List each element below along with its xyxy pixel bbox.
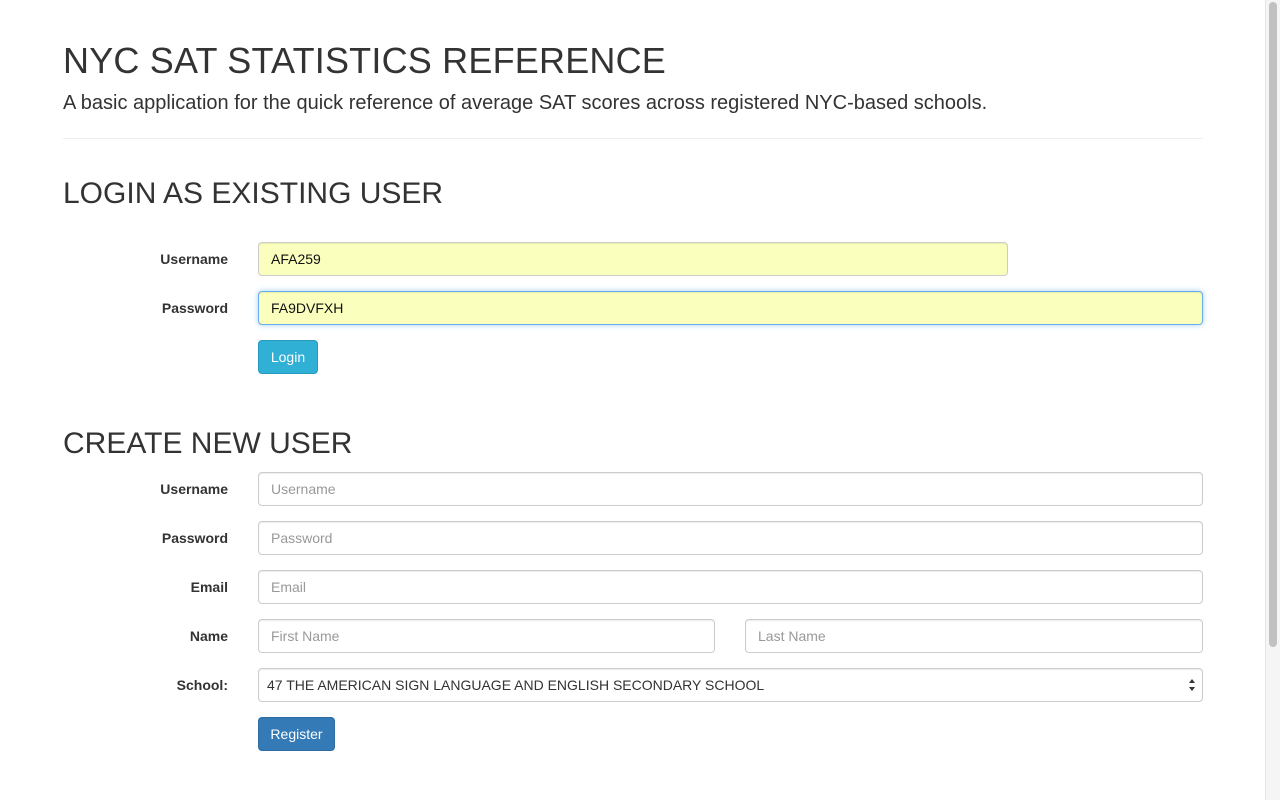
header-divider xyxy=(63,138,1203,139)
register-button[interactable]: Register xyxy=(258,717,335,751)
register-name-label: Name xyxy=(189,628,228,644)
scrollbar-thumb[interactable] xyxy=(1269,2,1277,647)
register-email-input[interactable] xyxy=(258,570,1203,604)
login-button[interactable]: Login xyxy=(258,340,318,374)
login-password-label: Password xyxy=(161,300,228,316)
page-scrollbar[interactable] xyxy=(1265,0,1280,800)
register-password-label: Password xyxy=(161,530,228,546)
register-first-name-input[interactable] xyxy=(258,619,715,653)
school-select-value: 47 THE AMERICAN SIGN LANGUAGE AND ENGLIS… xyxy=(267,677,765,693)
login-password-input[interactable] xyxy=(258,291,1203,325)
register-email-label: Email xyxy=(190,579,228,595)
login-heading: LOGIN AS EXISTING USER xyxy=(63,177,444,210)
register-heading: CREATE NEW USER xyxy=(63,427,353,460)
register-username-input[interactable] xyxy=(258,472,1203,506)
register-last-name-input[interactable] xyxy=(745,619,1203,653)
page-lead: A basic application for the quick refere… xyxy=(63,92,988,114)
login-username-input[interactable] xyxy=(258,242,1008,276)
page-title: NYC SAT STATISTICS REFERENCE xyxy=(63,40,667,81)
register-password-input[interactable] xyxy=(258,521,1203,555)
register-school-label: School: xyxy=(176,677,228,693)
school-select[interactable]: 47 THE AMERICAN SIGN LANGUAGE AND ENGLIS… xyxy=(258,668,1203,702)
register-username-label: Username xyxy=(160,481,228,497)
login-username-label: Username xyxy=(160,251,228,267)
select-arrows-icon xyxy=(1189,679,1195,691)
